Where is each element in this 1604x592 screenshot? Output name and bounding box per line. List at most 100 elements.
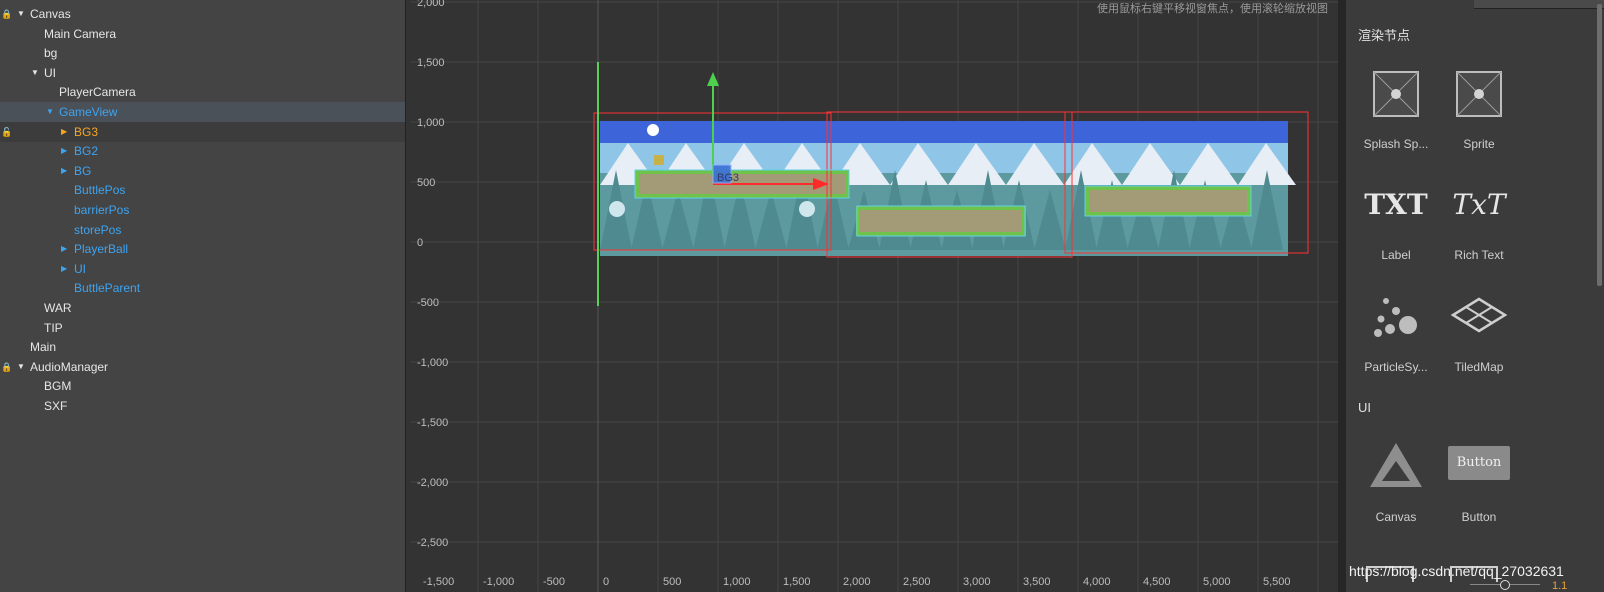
- y-arrow-icon[interactable]: [707, 72, 719, 86]
- tree-node-row[interactable]: bg: [0, 43, 405, 63]
- x-tick-label: 500: [663, 576, 681, 588]
- collapse-arrow-icon[interactable]: ▶: [61, 141, 67, 161]
- y-tick-label: 0: [417, 237, 423, 249]
- platform: [856, 206, 1026, 236]
- x-tick-label: 1,500: [783, 576, 811, 588]
- scene-hint-text: 使用鼠标右键平移视窗焦点，使用滚轮缩放视图: [1097, 3, 1328, 15]
- tree-node-label: barrierPos: [74, 203, 130, 217]
- x-tick-label: 1,000: [723, 576, 751, 588]
- canvas-item[interactable]: Canvas: [1354, 437, 1438, 547]
- collapse-arrow-icon[interactable]: ▶: [61, 161, 67, 181]
- x-tick-label: 0: [603, 576, 609, 588]
- y-tick-label: -1,000: [417, 357, 448, 369]
- hierarchy-panel: 🔒 ▼ Canvas Main Camera bg ▼ UI PlayerCamera ▼ Gam…: [0, 0, 405, 592]
- tree-node-row[interactable]: ButtleParent: [0, 278, 405, 298]
- tree-node-label: UI: [74, 261, 86, 276]
- sprite-label: Sprite: [1463, 137, 1495, 151]
- tree-node-label: PlayerBall: [74, 242, 129, 257]
- tree-node-label: Canvas: [30, 7, 71, 21]
- tree-node-row[interactable]: PlayerCamera: [0, 82, 405, 102]
- tree-node-row[interactable]: 🔓 ▶ BG3: [0, 121, 405, 142]
- tree-node-row[interactable]: ▶ PlayerBall: [0, 239, 405, 259]
- tree-node-label: Main Camera: [44, 26, 117, 41]
- tiledmap-item[interactable]: TiledMap: [1437, 287, 1521, 397]
- particle-system-item[interactable]: ParticleSy...: [1354, 287, 1438, 397]
- tiledmap-label: TiledMap: [1454, 360, 1504, 374]
- expand-arrow-icon[interactable]: ▼: [31, 63, 39, 83]
- tree-node-label: bg: [44, 46, 58, 61]
- tree-node-label: PlayerCamera: [59, 85, 136, 100]
- y-tick-label: -2,500: [417, 537, 448, 549]
- x-tick-label: 4,000: [1083, 576, 1111, 588]
- collapse-arrow-icon[interactable]: ▶: [61, 259, 67, 279]
- ghost-sprite: [647, 124, 659, 136]
- button-item[interactable]: Button Button: [1437, 437, 1521, 547]
- tree-node-row[interactable]: 🔒 ▼ Canvas: [0, 4, 405, 24]
- rich-text-item[interactable]: TxT Rich Text: [1437, 175, 1521, 285]
- splash-sprite-item[interactable]: Splash Sp...: [1354, 64, 1438, 174]
- tree-node-row[interactable]: ▶ BG2: [0, 141, 405, 161]
- label-item[interactable]: TXT Label: [1354, 175, 1438, 285]
- tree-node-label: BG: [74, 163, 92, 178]
- tree-node-row[interactable]: SXF: [0, 396, 405, 416]
- tree-node-label: SXF: [44, 399, 68, 413]
- node-library-panel: 渲染节点 Splash Sp... Sprite TXT Label TxT R…: [1346, 0, 1604, 592]
- tree-node-label: AudioManager: [30, 359, 109, 374]
- zoom-slider-thumb[interactable]: [1500, 580, 1510, 590]
- scene-canvas[interactable]: 2,000 1,500 1,000 500 0 -500 -1,000 -1,500 -2,00…: [411, 0, 1338, 592]
- y-tick-label: 2,000: [417, 0, 445, 9]
- scene-scrollbar[interactable]: [1338, 0, 1346, 592]
- library-scrollbar-thumb[interactable]: [1597, 4, 1602, 286]
- tree-node-row[interactable]: ▼ UI: [0, 63, 405, 83]
- platform: [1085, 186, 1251, 216]
- tree-node-row[interactable]: TIP: [0, 318, 405, 338]
- label-txt-icon: TXT: [1364, 188, 1428, 221]
- zoom-value: 1.1: [1552, 580, 1568, 592]
- expand-arrow-icon[interactable]: ▼: [46, 102, 54, 122]
- x-tick-label: 4,500: [1143, 576, 1171, 588]
- tree-node-row[interactable]: WAR: [0, 298, 405, 318]
- x-tick-label: 2,000: [843, 576, 871, 588]
- tree-node-row[interactable]: Main Camera: [0, 24, 405, 44]
- label-label: Label: [1381, 248, 1411, 262]
- tree-node-row[interactable]: ▼ GameView: [0, 102, 405, 122]
- lock-icon[interactable]: 🔒: [1, 4, 12, 24]
- tree-node-row[interactable]: ▶ BG: [0, 161, 405, 181]
- x-tick-label: -1,500: [423, 576, 454, 588]
- rich-text-label: Rich Text: [1454, 248, 1504, 262]
- canvas-label: Canvas: [1375, 510, 1417, 524]
- tree-node-row[interactable]: ButtlePos: [0, 180, 405, 200]
- y-tick-label: 1,500: [417, 57, 445, 69]
- tree-node-row[interactable]: Main: [0, 337, 405, 357]
- tree-node-label: WAR: [44, 301, 72, 315]
- library-tab[interactable]: [1474, 0, 1604, 9]
- lock-icon[interactable]: 🔒: [1, 357, 12, 377]
- particle-system-label: ParticleSy...: [1364, 360, 1428, 374]
- x-tick-label: 3,000: [963, 576, 991, 588]
- y-tick-label: 1,000: [417, 117, 445, 129]
- decor-sprite: [799, 201, 815, 217]
- tree-node-row[interactable]: barrierPos: [0, 200, 405, 220]
- sprite-item[interactable]: Sprite: [1437, 64, 1521, 174]
- y-tick-label: -500: [417, 297, 439, 309]
- x-tick-label: -1,000: [483, 576, 514, 588]
- tree-node-label: BGM: [44, 379, 72, 394]
- sprite-icon: [1456, 71, 1502, 117]
- y-tick-label: -1,500: [417, 417, 448, 429]
- splash-sprite-label: Splash Sp...: [1363, 137, 1429, 151]
- lock-icon[interactable]: 🔓: [1, 122, 12, 142]
- tree-node-label: BG3: [74, 124, 99, 139]
- particle-system-icon: [1374, 298, 1417, 337]
- expand-arrow-icon[interactable]: ▼: [17, 357, 25, 377]
- collapse-arrow-icon[interactable]: ▶: [61, 122, 67, 142]
- tree-node-row[interactable]: BGM: [0, 376, 405, 396]
- tree-node-row[interactable]: storePos: [0, 220, 405, 240]
- richtext-icon: TxT: [1452, 188, 1506, 221]
- y-tick-label: -2,000: [417, 477, 448, 489]
- tree-node-row[interactable]: 🔒 ▼ AudioManager: [0, 357, 405, 377]
- expand-arrow-icon[interactable]: ▼: [17, 4, 25, 24]
- collapse-arrow-icon[interactable]: ▶: [61, 239, 67, 259]
- scene-view[interactable]: 2,000 1,500 1,000 500 0 -500 -1,000 -1,500 -2,00…: [411, 0, 1338, 592]
- tree-node-row[interactable]: ▶ UI: [0, 259, 405, 279]
- zoom-slider[interactable]: [1470, 580, 1540, 590]
